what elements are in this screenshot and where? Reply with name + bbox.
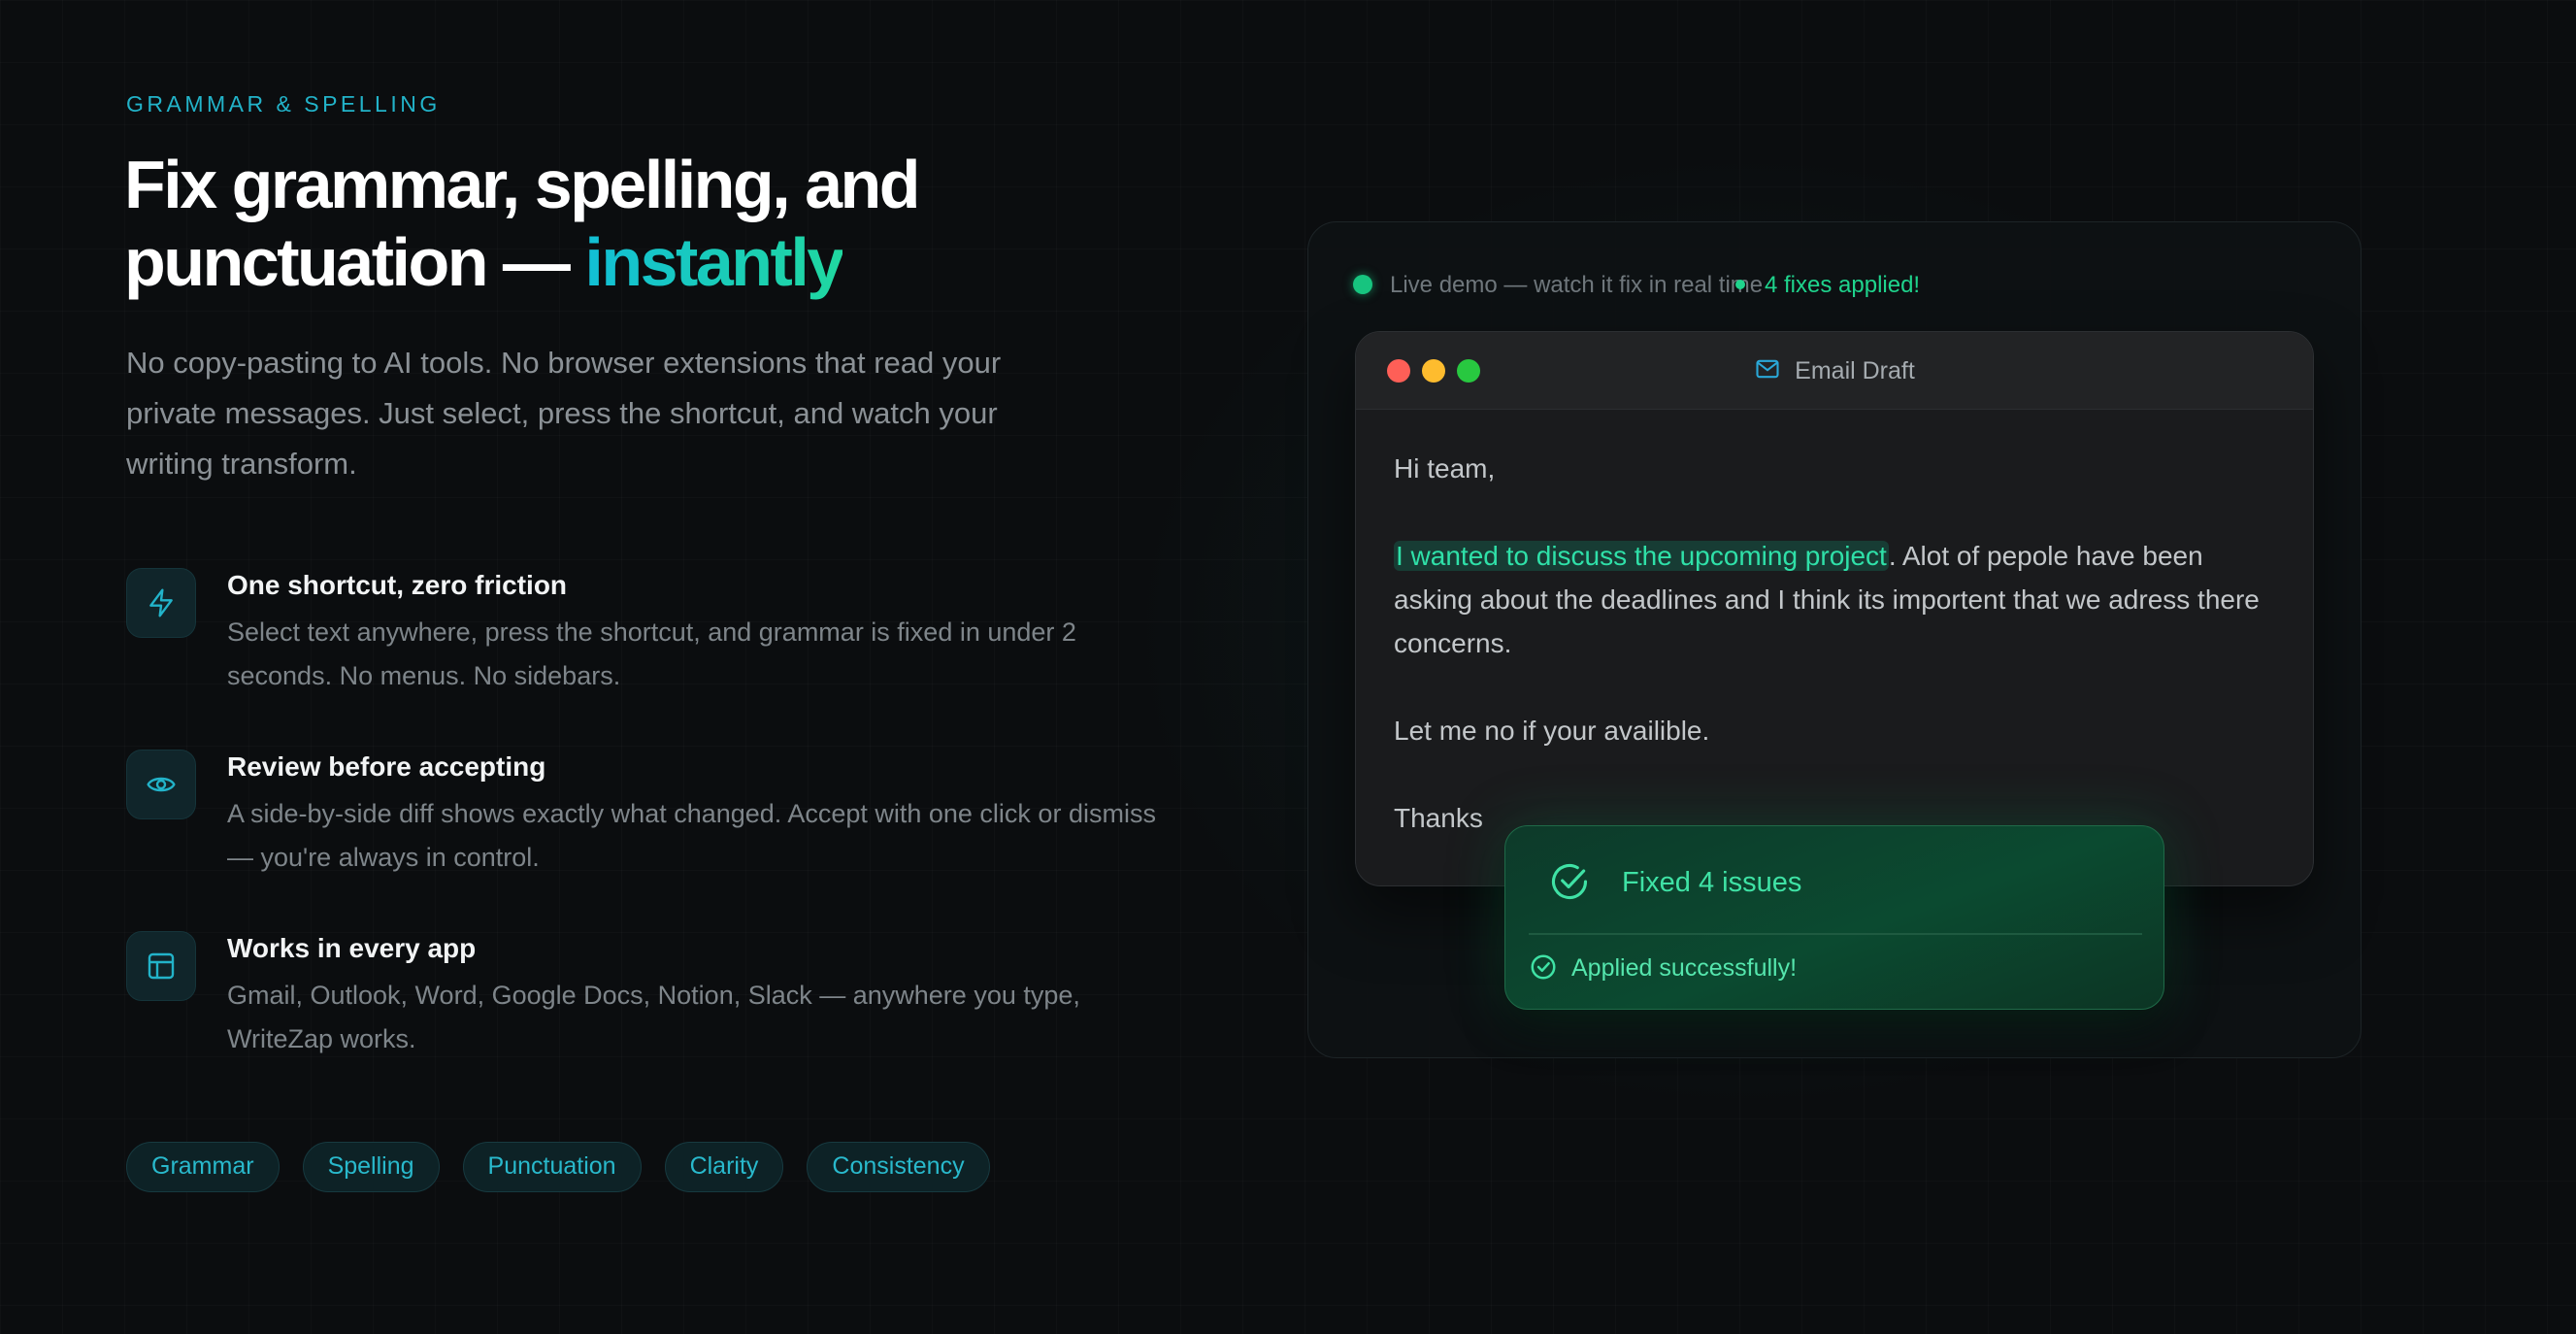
fixes-applied-label: 4 fixes applied! — [1765, 272, 1921, 298]
layout-icon — [126, 931, 196, 1001]
feature-description: A side-by-side diff shows exactly what c… — [227, 799, 1156, 872]
live-demo-label: Live demo — watch it fix in real time — [1390, 272, 1764, 298]
feature-title: Review before accepting — [227, 751, 546, 782]
eye-icon — [126, 750, 196, 819]
feature-title: One shortcut, zero friction — [227, 570, 568, 600]
tag-clarity[interactable]: Clarity — [664, 1142, 784, 1192]
feature-review: Review before accepting A side-by-side d… — [126, 750, 1174, 885]
tag-punctuation[interactable]: Punctuation — [462, 1142, 642, 1192]
email-paragraph: I wanted to discuss the upcoming project… — [1394, 534, 2267, 665]
feature-one-shortcut: One shortcut, zero friction Select text … — [126, 568, 1174, 704]
success-toast: Fixed 4 issues Applied successfully! — [1504, 825, 2164, 1010]
toast-divider — [1529, 933, 2142, 935]
window-title-text: Email Draft — [1795, 356, 1915, 384]
hero-description: No copy-pasting to AI tools. No browser … — [126, 346, 1002, 481]
highlighted-text: I wanted to discuss the upcoming project — [1394, 541, 1889, 571]
lightning-icon — [126, 568, 196, 638]
page-headline: Fix grammar, spelling, and punctuation —… — [124, 146, 1095, 301]
feature-every-app: Works in every app Gmail, Outlook, Word,… — [126, 931, 1174, 1067]
tag-grammar[interactable]: Grammar — [126, 1142, 280, 1192]
toast-title: Fixed 4 issues — [1622, 867, 1802, 898]
headline-accent: instantly — [584, 224, 844, 300]
fixes-indicator-dot — [1735, 280, 1745, 289]
tag-consistency[interactable]: Consistency — [807, 1142, 990, 1192]
check-circle-icon — [1548, 860, 1591, 908]
window-titlebar: Email Draft — [1356, 332, 2313, 410]
check-circle-small-icon — [1529, 952, 1558, 986]
section-eyebrow: GRAMMAR & SPELLING — [126, 91, 441, 117]
toast-subtitle: Applied successfully! — [1571, 954, 1798, 982]
page: GRAMMAR & SPELLING Fix grammar, spelling… — [0, 0, 2576, 1334]
email-draft-window: Email Draft Hi team, I wanted to discuss… — [1355, 331, 2314, 886]
feature-description: Select text anywhere, press the shortcut… — [227, 617, 1076, 690]
tag-spelling[interactable]: Spelling — [302, 1142, 440, 1192]
live-indicator-dot — [1353, 275, 1372, 294]
email-paragraph: Let me no if your availible. — [1394, 716, 1710, 746]
email-body[interactable]: Hi team, I wanted to discuss the upcomin… — [1394, 447, 2267, 884]
email-greeting: Hi team, — [1394, 453, 1496, 484]
feature-title: Works in every app — [227, 933, 477, 963]
window-title: Email Draft — [1356, 332, 2313, 410]
tag-list: Grammar Spelling Punctuation Clarity Con… — [126, 1142, 990, 1192]
feature-description: Gmail, Outlook, Word, Google Docs, Notio… — [227, 981, 1080, 1053]
mail-icon — [1754, 355, 1781, 387]
live-demo-status: Live demo — watch it fix in real time 4 … — [1353, 270, 2227, 301]
